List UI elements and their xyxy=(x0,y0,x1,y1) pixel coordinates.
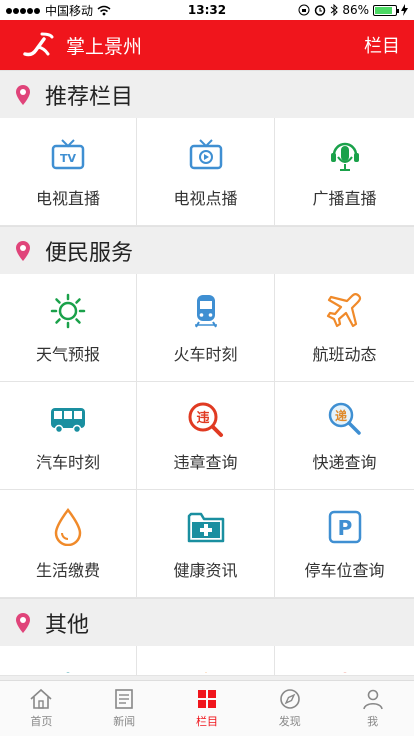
violation-icon: 违 xyxy=(186,399,226,439)
tile-tv-live[interactable]: TV 电视直播 xyxy=(0,118,137,226)
tile-label: 航班动态 xyxy=(312,344,377,364)
section-title: 其他 xyxy=(45,612,90,638)
plane-icon xyxy=(325,291,365,331)
battery-percent: 86% xyxy=(342,3,369,17)
tile-weather[interactable]: 天气预报 xyxy=(0,274,137,382)
section-title: 便民服务 xyxy=(45,240,134,266)
location-pin-icon xyxy=(16,240,30,261)
drop-icon xyxy=(48,507,88,547)
tile-label: 生活缴费 xyxy=(35,560,100,580)
app-title: 掌上景州 xyxy=(66,35,143,58)
tile-radio-live[interactable]: 广播直播 xyxy=(275,118,414,226)
tile-label: 电视直播 xyxy=(35,188,100,208)
tile-other-1[interactable] xyxy=(0,646,137,676)
tab-home[interactable]: 首页 xyxy=(0,681,83,736)
tile-bus[interactable]: 汽车时刻 xyxy=(0,382,137,490)
tile-violation[interactable]: 违 违章查询 xyxy=(137,382,275,490)
section-header-services: 便民服务 xyxy=(0,226,414,274)
tv-vod-icon xyxy=(186,135,226,175)
news-icon xyxy=(115,689,133,709)
app-logo-icon xyxy=(23,32,54,57)
radio-mic-icon xyxy=(325,135,365,175)
app-header: 掌上景州 栏目 xyxy=(0,20,414,70)
tab-label: 发现 xyxy=(278,715,301,728)
content-scroll[interactable]: 推荐栏目 TV 电视直播 电视点播 广播直播 便民服务 天气预报 火车时刻 航班… xyxy=(0,70,414,680)
bus-icon xyxy=(48,399,88,439)
svg-text:TV: TV xyxy=(60,152,77,165)
tab-columns[interactable]: 栏目 xyxy=(166,681,249,736)
tile-other-3[interactable] xyxy=(275,646,414,676)
sun-icon xyxy=(48,291,88,331)
section-header-other: 其他 xyxy=(0,598,414,646)
tile-label: 火车时刻 xyxy=(173,344,238,364)
train-icon xyxy=(186,291,226,331)
tile-other-2[interactable] xyxy=(137,646,275,676)
tile-label: 健康资讯 xyxy=(173,560,238,580)
tab-news[interactable]: 新闻 xyxy=(83,681,166,736)
svg-text:P: P xyxy=(337,516,352,540)
partial-tile-icon xyxy=(66,672,70,673)
tile-label: 汽车时刻 xyxy=(35,452,100,472)
tile-label: 停车位查询 xyxy=(304,560,385,580)
services-grid: 天气预报 火车时刻 航班动态 汽车时刻 违 违章查询 递 快递查询 生活缴费 健… xyxy=(0,274,414,598)
tab-me[interactable]: 我 xyxy=(331,681,414,736)
tab-label: 我 xyxy=(367,715,379,728)
tile-label: 违章查询 xyxy=(173,452,238,472)
tile-label: 广播直播 xyxy=(312,188,377,208)
tile-utility-payment[interactable]: 生活缴费 xyxy=(0,490,137,598)
compass-icon xyxy=(279,689,300,709)
recommended-grid: TV 电视直播 电视点播 广播直播 xyxy=(0,118,414,226)
express-search-icon: 递 xyxy=(325,399,365,439)
tile-label: 天气预报 xyxy=(35,344,100,364)
tab-discover[interactable]: 发现 xyxy=(248,681,331,736)
bluetooth-icon xyxy=(331,4,339,16)
other-grid xyxy=(0,646,414,676)
tile-parking[interactable]: P 停车位查询 xyxy=(275,490,414,598)
battery-icon xyxy=(373,4,399,16)
tab-label: 首页 xyxy=(30,715,53,728)
tile-flight[interactable]: 航班动态 xyxy=(275,274,414,382)
brand: 掌上景州 xyxy=(22,32,142,59)
location-pin-icon xyxy=(16,84,30,105)
bottom-tab-bar: 首页 新闻 栏目 发现 我 xyxy=(0,680,414,736)
alarm-icon xyxy=(315,5,326,16)
location-pin-icon xyxy=(16,612,30,633)
tile-train[interactable]: 火车时刻 xyxy=(137,274,275,382)
app-screen: 中国移动 13:32 86% 掌上景州 栏目 推荐栏目 TV 电视直播 电视点播… xyxy=(0,0,414,736)
partial-tile-icon xyxy=(205,672,206,673)
status-bar: 中国移动 13:32 86% xyxy=(0,0,414,20)
person-icon xyxy=(362,689,383,710)
carrier-label: 中国移动 xyxy=(45,3,94,18)
grid-icon xyxy=(197,690,216,708)
tile-tv-vod[interactable]: 电视点播 xyxy=(137,118,275,226)
tv-live-icon: TV xyxy=(48,135,88,175)
partial-tile-icon xyxy=(343,672,346,673)
charging-icon xyxy=(401,4,408,16)
tile-health[interactable]: 健康资讯 xyxy=(137,490,275,598)
tile-express[interactable]: 递 快递查询 xyxy=(275,382,414,490)
tab-label: 栏目 xyxy=(195,715,218,728)
parking-icon: P xyxy=(325,507,365,547)
rotation-lock-icon xyxy=(298,4,310,16)
columns-menu-button[interactable]: 栏目 xyxy=(364,32,400,58)
tile-label: 快递查询 xyxy=(312,452,377,472)
section-header-recommended: 推荐栏目 xyxy=(0,70,414,118)
section-title: 推荐栏目 xyxy=(45,84,134,110)
svg-text:违: 违 xyxy=(196,410,209,426)
svg-text:递: 递 xyxy=(334,408,346,423)
wifi-icon xyxy=(97,5,111,15)
tile-label: 电视点播 xyxy=(173,188,238,208)
signal-icon xyxy=(6,3,41,17)
home-icon xyxy=(30,688,52,709)
medical-folder-icon xyxy=(186,507,226,547)
tab-label: 新闻 xyxy=(113,715,136,728)
